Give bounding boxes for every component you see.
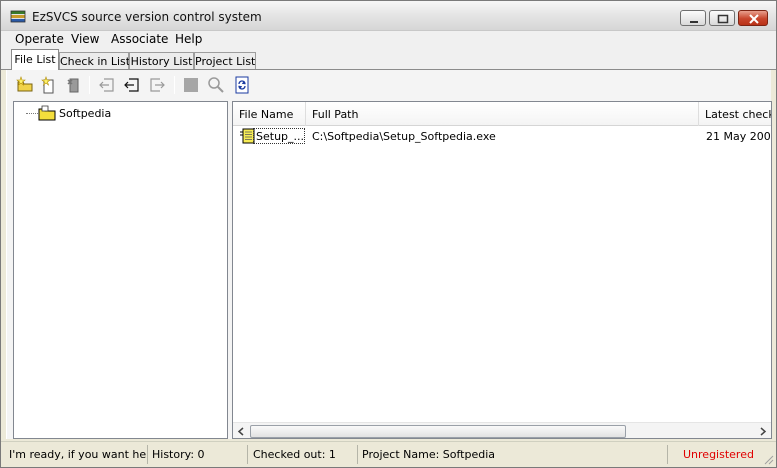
column-header-file-name[interactable]: File Name	[233, 102, 306, 126]
maximize-button[interactable]	[709, 10, 735, 26]
cell-latest-check: 21 May 2008	[706, 130, 772, 143]
tab-file-list[interactable]: File List	[11, 49, 59, 70]
close-icon	[749, 14, 759, 24]
status-checked-out: Checked out: 1	[249, 445, 358, 464]
file-list-view[interactable]: File Name Full Path Latest check Setup_.…	[232, 101, 772, 439]
horizontal-scrollbar[interactable]	[233, 422, 771, 439]
app-icon	[10, 10, 26, 23]
table-row[interactable]: Setup_... C:\Softpedia\Setup_Softpedia.e…	[236, 128, 772, 144]
status-message: I'm ready, if you want help p	[5, 445, 148, 464]
menu-associate[interactable]: Associate	[111, 32, 168, 46]
minimize-button[interactable]	[680, 10, 706, 26]
scrollbar-thumb[interactable]	[250, 425, 626, 438]
undo-checkout-icon[interactable]	[148, 76, 166, 94]
toolbar-separator	[89, 76, 90, 94]
menu-bar: Operate View Associate Help	[1, 31, 776, 48]
search-icon[interactable]	[207, 76, 225, 94]
tree-item-softpedia[interactable]: Softpedia	[59, 107, 111, 120]
menu-operate[interactable]: Operate	[15, 32, 64, 46]
project-folder-icon	[38, 105, 56, 121]
menu-help[interactable]: Help	[175, 32, 202, 46]
column-header-latest-check[interactable]: Latest check	[699, 102, 771, 126]
toolbar	[7, 70, 772, 99]
tab-history-list[interactable]: History List	[129, 52, 194, 70]
project-tree[interactable]: Softpedia	[13, 101, 228, 439]
refresh-icon[interactable]	[233, 76, 251, 94]
title-bar[interactable]: EzSVCS source version control system	[1, 1, 776, 31]
file-list-panel: Softpedia File Name Full Path Latest che…	[6, 70, 772, 439]
window-title: EzSVCS source version control system	[32, 10, 262, 24]
status-registration: Unregistered	[683, 448, 754, 461]
resize-grip-icon[interactable]	[762, 453, 774, 465]
new-project-icon[interactable]	[16, 76, 34, 94]
maximize-icon	[717, 14, 729, 24]
delete-icon[interactable]	[65, 76, 83, 94]
cell-file-name: Setup_...	[256, 130, 304, 143]
status-history: History: 0	[148, 445, 248, 464]
toolbar-separator	[174, 76, 175, 94]
scroll-left-icon[interactable]	[234, 424, 249, 439]
scroll-right-icon[interactable]	[755, 424, 770, 439]
close-button[interactable]	[738, 10, 768, 26]
status-project-name: Project Name: Softpedia	[358, 445, 668, 464]
tab-check-in-list[interactable]: Check in List	[59, 52, 130, 70]
app-window: EzSVCS source version control system Ope…	[0, 0, 777, 468]
check-in-icon[interactable]	[98, 76, 116, 94]
status-bar: I'm ready, if you want help p History: 0…	[1, 441, 776, 467]
menu-view[interactable]: View	[71, 32, 99, 46]
minimize-icon	[690, 21, 698, 23]
list-header: File Name Full Path Latest check	[233, 102, 771, 126]
tab-project-list[interactable]: Project List	[194, 52, 256, 70]
column-header-full-path[interactable]: Full Path	[306, 102, 699, 126]
check-out-icon[interactable]	[123, 76, 141, 94]
new-folder-icon[interactable]	[40, 76, 58, 94]
tab-strip: File List Check in List History List Pro…	[1, 48, 776, 70]
lock-icon[interactable]	[182, 76, 200, 94]
cell-full-path: C:\Softpedia\Setup_Softpedia.exe	[312, 130, 496, 143]
